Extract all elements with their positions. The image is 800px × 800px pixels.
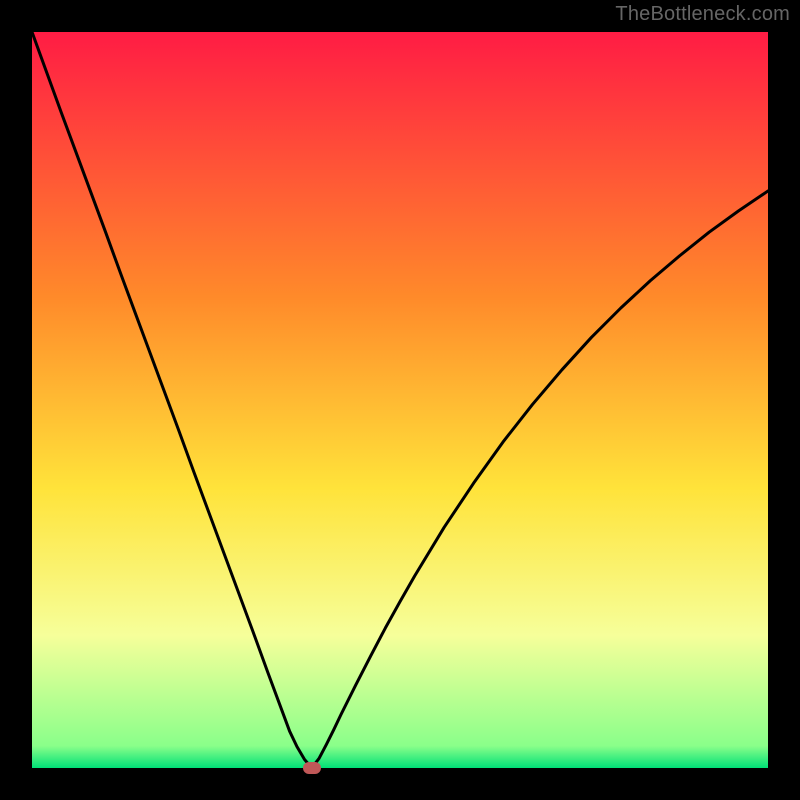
chart-frame: TheBottleneck.com: [0, 0, 800, 800]
watermark-text: TheBottleneck.com: [615, 3, 790, 26]
plot-area: [32, 32, 768, 768]
optimum-marker: [303, 762, 321, 774]
curve-layer: [32, 32, 768, 768]
bottleneck-curve: [32, 32, 768, 768]
